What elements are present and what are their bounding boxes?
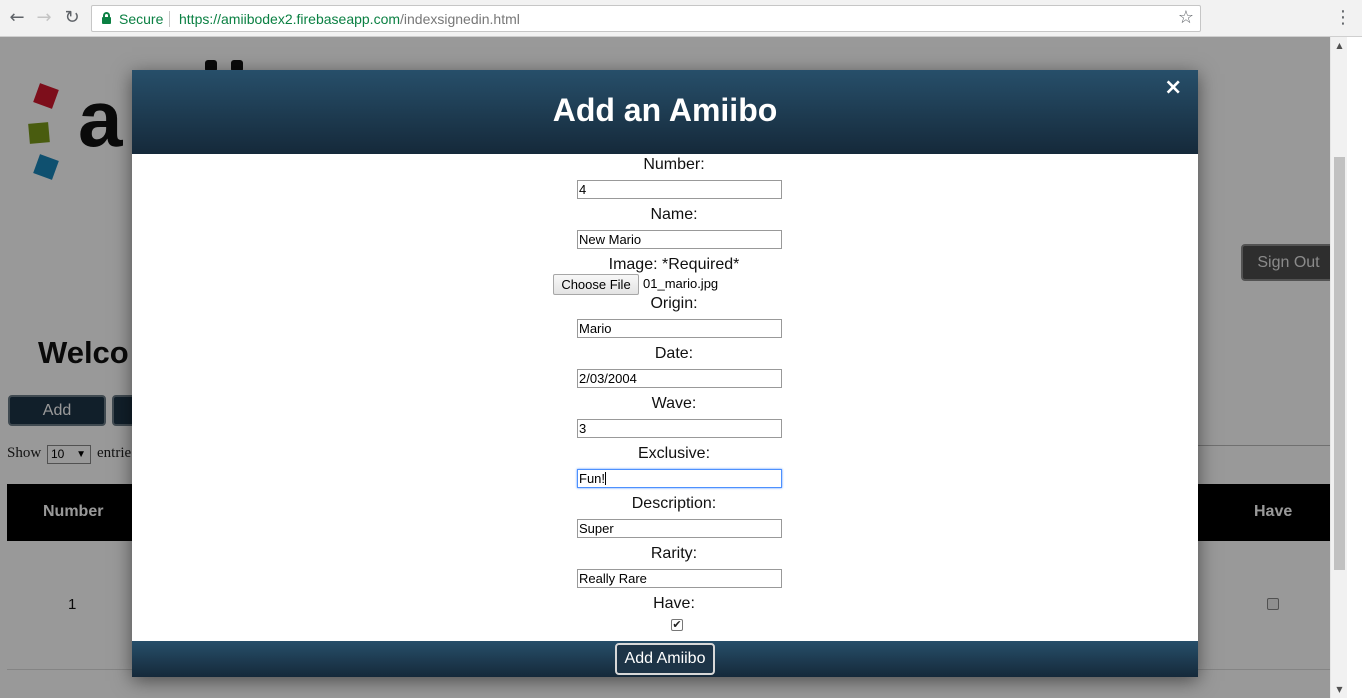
rarity-label: Rarity: [650,545,698,562]
wave-input[interactable]: 3 [577,419,782,438]
add-amiibo-submit-button[interactable]: Add Amiibo [615,643,715,675]
back-arrow-icon[interactable]: ← [7,8,27,28]
name-input[interactable]: New Mario [577,230,782,249]
date-input[interactable]: 2/03/2004 [577,369,782,388]
have-label: Have: [653,595,695,612]
image-label: Image: *Required* [608,256,740,273]
wave-label: Wave: [651,395,697,412]
origin-input[interactable]: Mario [577,319,782,338]
scroll-down-icon[interactable]: ▼ [1331,681,1348,698]
choose-file-button[interactable]: Choose File [553,274,639,295]
description-label: Description: [631,495,717,512]
browser-menu-icon[interactable]: ⋮ [1334,7,1352,29]
rarity-input[interactable]: Really Rare [577,569,782,588]
close-icon[interactable]: × [1164,75,1182,100]
modal-title: Add an Amiibo [552,92,778,128]
add-amiibo-modal: Add an Amiibo × Number: 4 Name: New Mari… [132,70,1198,677]
lock-icon [102,12,111,24]
origin-label: Origin: [650,295,698,312]
address-bar[interactable]: Secure https://amiibodex2.firebaseapp.co… [91,5,1201,32]
url-separator [169,11,170,27]
checkmark-icon: ✔ [672,618,682,631]
date-label: Date: [654,345,694,362]
modal-header: Add an Amiibo × [132,70,1198,154]
selected-file-name: 01_mario.jpg [643,276,719,291]
url-host: https://amiibodex2.firebaseapp.com [179,11,401,27]
scroll-thumb[interactable] [1334,157,1345,570]
number-input[interactable]: 4 [577,180,782,199]
secure-label: Secure [119,11,164,27]
forward-arrow-icon[interactable]: → [34,8,54,28]
browser-toolbar: ← → ↻ Secure https://amiibodex2.firebase… [0,0,1362,37]
have-checkbox[interactable]: ✔ [671,619,683,631]
name-label: Name: [650,206,698,223]
number-label: Number: [643,156,705,173]
reload-icon[interactable]: ↻ [62,8,82,28]
url-path: /indexsignedin.html [400,11,520,27]
exclusive-input[interactable]: Fun! [577,469,782,488]
exclusive-value: Fun! [579,471,606,486]
url-text[interactable]: https://amiibodex2.firebaseapp.com/index… [179,11,520,27]
page-scrollbar[interactable]: ▲ ▼ [1330,37,1347,698]
scroll-up-icon[interactable]: ▲ [1331,37,1348,54]
window-gutter [1347,37,1362,698]
modal-footer: Add Amiibo [132,641,1198,677]
text-caret [605,472,607,485]
description-input[interactable]: Super [577,519,782,538]
exclusive-label: Exclusive: [637,445,711,462]
bookmark-star-icon[interactable]: ☆ [1178,7,1194,28]
